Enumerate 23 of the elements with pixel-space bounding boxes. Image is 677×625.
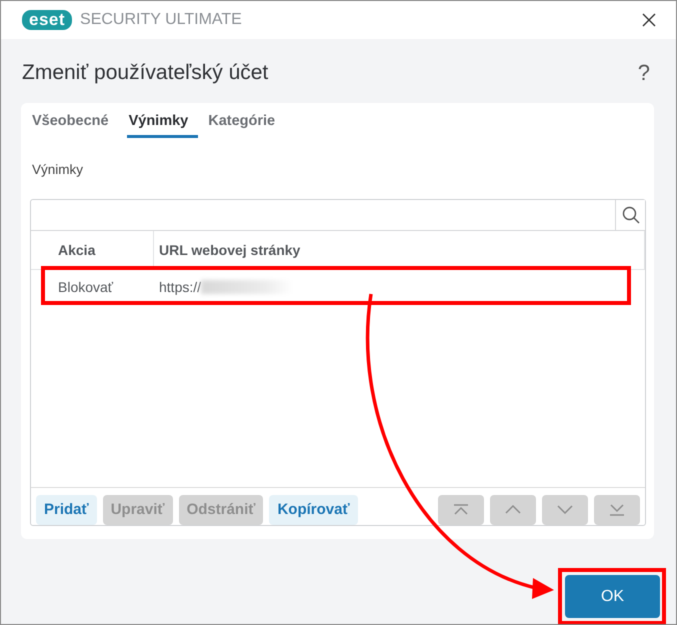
ok-button[interactable]: OK (565, 575, 660, 618)
chevron-down-icon (557, 505, 573, 514)
column-header[interactable]: Akcia (31, 231, 154, 269)
search-icon (622, 206, 640, 224)
tab[interactable]: Kategórie (206, 107, 286, 138)
column-header[interactable]: URL webovej stránky (154, 231, 645, 269)
section-label: Výnimky (32, 162, 84, 177)
close-icon (640, 11, 658, 29)
chevron-up-icon (505, 505, 521, 514)
close-button[interactable] (640, 11, 658, 29)
table-cell-text: Blokovať (57, 278, 114, 294)
dialog-title: Zmeniť používateľský účet (22, 61, 268, 85)
tab[interactable]: Výnimky (126, 107, 198, 138)
search-button[interactable] (615, 200, 645, 230)
help-button[interactable]: ? (638, 60, 650, 86)
action-button[interactable]: Kopírovať (269, 494, 358, 524)
action-button[interactable]: Pridať (36, 494, 97, 524)
move-bottom-icon (609, 504, 625, 516)
table-cell: https:// (154, 278, 645, 294)
tab[interactable]: Všeobecné (30, 107, 119, 138)
app-title: SECURITY ULTIMATE (80, 11, 243, 29)
app-logo: eset (22, 10, 72, 30)
move-top-icon (453, 504, 469, 516)
